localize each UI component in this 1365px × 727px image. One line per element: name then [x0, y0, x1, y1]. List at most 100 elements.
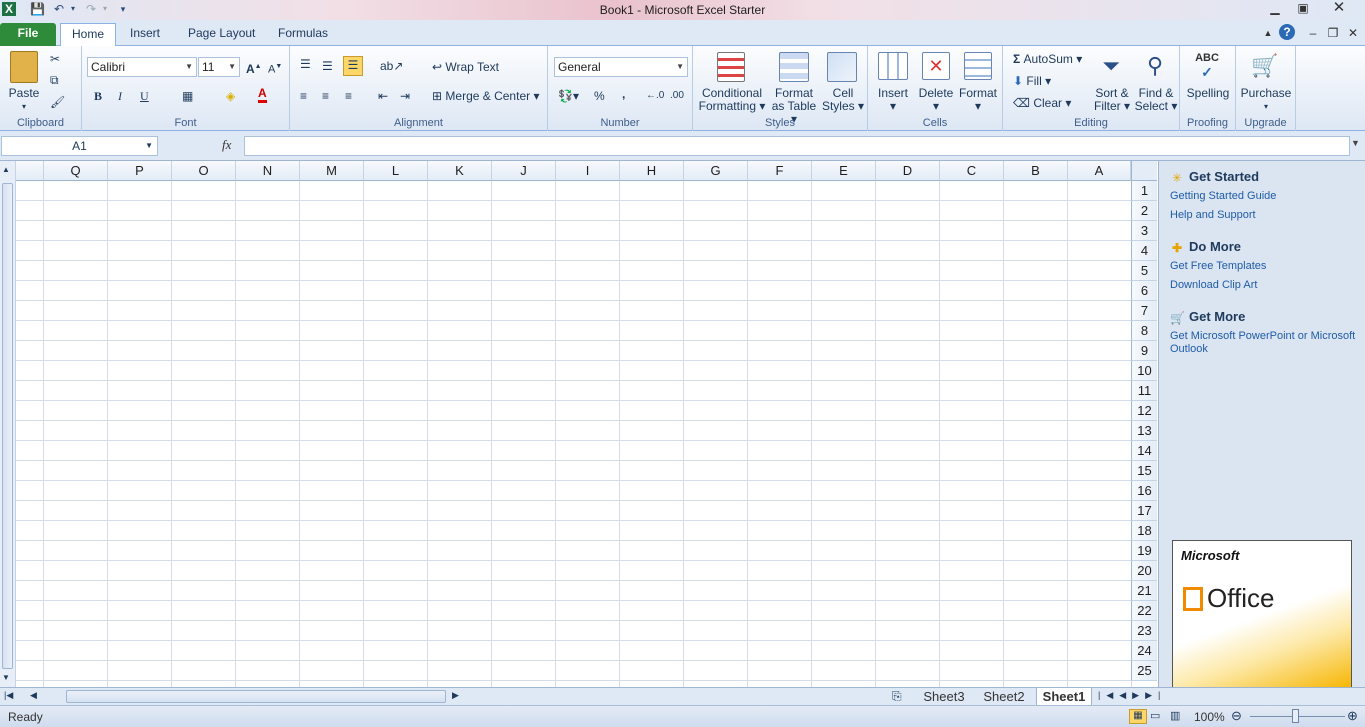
grow-font-icon[interactable]: A▲: [246, 59, 262, 77]
vertical-scrollbar[interactable]: ▲ ▼: [0, 161, 16, 687]
format-painter-icon[interactable]: 🖌: [50, 94, 65, 110]
column-header[interactable]: P: [108, 161, 172, 181]
normal-view-icon[interactable]: ▦: [1129, 709, 1147, 724]
column-header[interactable]: J: [492, 161, 556, 181]
row-header[interactable]: 20: [1131, 561, 1157, 581]
merge-center-button[interactable]: ⊞ Merge & Center ▾: [432, 88, 539, 104]
fill-color-icon[interactable]: ◈: [226, 88, 235, 104]
row-header[interactable]: 4: [1131, 241, 1157, 261]
autosum-button[interactable]: Σ AutoSum ▾: [1013, 51, 1082, 67]
increase-decimal-icon[interactable]: ←.0: [646, 88, 664, 104]
tab-page-layout[interactable]: Page Layout: [178, 23, 265, 46]
number-format-select[interactable]: General ▼: [554, 57, 688, 77]
horizontal-scroll-thumb[interactable]: [66, 690, 446, 703]
insert-cells-icon[interactable]: [878, 52, 908, 80]
sort-filter-button[interactable]: Sort & Filter ▾: [1091, 87, 1133, 113]
scroll-down-icon[interactable]: ▼: [2, 673, 10, 682]
column-header[interactable]: F: [748, 161, 812, 181]
column-header[interactable]: M: [300, 161, 364, 181]
binoculars-icon[interactable]: ⚲: [1141, 52, 1169, 82]
getting-started-link[interactable]: Getting Started Guide: [1170, 190, 1276, 202]
align-center-icon[interactable]: ≡: [322, 88, 329, 104]
free-templates-link[interactable]: Get Free Templates: [1170, 260, 1266, 272]
formula-input[interactable]: [244, 136, 1350, 156]
row-header[interactable]: 1: [1131, 181, 1157, 201]
scroll-thumb[interactable]: [2, 183, 13, 669]
chevron-down-icon[interactable]: ▼: [145, 137, 153, 155]
cell-styles-icon[interactable]: [827, 52, 857, 82]
row-header[interactable]: 12: [1131, 401, 1157, 421]
paste-button[interactable]: Paste: [4, 87, 44, 100]
page-layout-view-icon[interactable]: ▭: [1150, 709, 1160, 722]
align-left-icon[interactable]: ≡: [300, 88, 307, 104]
sheet-tab-sheet1[interactable]: Sheet1: [1036, 688, 1092, 706]
percent-button[interactable]: %: [594, 88, 605, 104]
conditional-formatting-button[interactable]: Conditional Formatting ▾: [697, 87, 767, 113]
column-header[interactable]: L: [364, 161, 428, 181]
column-header[interactable]: Q: [44, 161, 108, 181]
column-header[interactable]: E: [812, 161, 876, 181]
insert-function-button[interactable]: fx: [222, 137, 231, 153]
row-header[interactable]: 5: [1131, 261, 1157, 281]
increase-indent-icon[interactable]: ⇥: [400, 88, 410, 104]
orientation-icon[interactable]: ab↗: [380, 58, 403, 74]
fill-button[interactable]: ⬇ Fill ▾: [1013, 73, 1051, 89]
tab-file[interactable]: File: [0, 23, 56, 46]
wrap-text-button[interactable]: ↩ Wrap Text: [432, 59, 499, 75]
column-header[interactable]: B: [1004, 161, 1068, 181]
scroll-right-icon[interactable]: ▶: [452, 690, 459, 701]
get-powerpoint-link-line2[interactable]: Outlook: [1170, 343, 1208, 355]
row-header[interactable]: 23: [1131, 621, 1157, 641]
close-icon[interactable]: ✕: [1326, 0, 1352, 18]
column-header[interactable]: C: [940, 161, 1004, 181]
row-header[interactable]: 9: [1131, 341, 1157, 361]
delete-cells-button[interactable]: Delete ▾: [914, 87, 958, 113]
font-color-icon[interactable]: A: [258, 86, 267, 103]
clear-button[interactable]: ⌫ Clear ▾: [1013, 95, 1071, 111]
purchase-button[interactable]: Purchase: [1236, 87, 1296, 100]
row-header[interactable]: 25: [1131, 661, 1157, 681]
insert-cells-button[interactable]: Insert ▾: [872, 87, 914, 113]
collapse-ribbon-icon[interactable]: ▲: [1255, 25, 1281, 43]
format-as-table-icon[interactable]: [779, 52, 809, 82]
sheet-tab-sheet3[interactable]: Sheet3: [918, 688, 970, 706]
underline-button[interactable]: U: [140, 88, 149, 104]
tab-home[interactable]: Home: [60, 23, 116, 47]
column-header[interactable]: K: [428, 161, 492, 181]
clip-art-link[interactable]: Download Clip Art: [1170, 279, 1257, 291]
minimize-icon[interactable]: ▁: [1262, 0, 1288, 18]
align-right-icon[interactable]: ≡: [345, 88, 352, 104]
name-box[interactable]: A1 ▼: [1, 136, 158, 156]
row-header[interactable]: 2: [1131, 201, 1157, 221]
row-header[interactable]: 17: [1131, 501, 1157, 521]
row-header[interactable]: 6: [1131, 281, 1157, 301]
decrease-indent-icon[interactable]: ⇤: [378, 88, 388, 104]
scroll-up-icon[interactable]: ▲: [2, 165, 10, 174]
help-icon[interactable]: ?: [1279, 24, 1295, 40]
expand-formula-bar-icon[interactable]: ▼: [1351, 138, 1360, 148]
column-header-partial[interactable]: [16, 161, 44, 181]
column-header[interactable]: H: [620, 161, 684, 181]
copy-icon[interactable]: ⧉: [50, 72, 59, 88]
page-break-view-icon[interactable]: ▥: [1170, 709, 1180, 722]
conditional-formatting-icon[interactable]: [717, 52, 745, 82]
row-header[interactable]: 18: [1131, 521, 1157, 541]
row-header[interactable]: 13: [1131, 421, 1157, 441]
row-header[interactable]: 3: [1131, 221, 1157, 241]
font-size-select[interactable]: 11 ▼: [198, 57, 240, 77]
row-header[interactable]: 11: [1131, 381, 1157, 401]
cut-icon[interactable]: ✂: [50, 51, 60, 67]
doc-close-icon[interactable]: ✕: [1340, 25, 1365, 43]
paste-dropdown-icon[interactable]: ▾: [4, 100, 44, 113]
tab-insert[interactable]: Insert: [120, 23, 170, 46]
zoom-level[interactable]: 100%: [1194, 710, 1225, 724]
accounting-format-icon[interactable]: 💱▾: [558, 88, 579, 104]
borders-icon[interactable]: ▦: [182, 88, 193, 104]
zoom-out-icon[interactable]: ⊖: [1231, 708, 1242, 724]
paste-icon[interactable]: [10, 51, 38, 83]
row-header[interactable]: 14: [1131, 441, 1157, 461]
insert-worksheet-icon[interactable]: ⎘: [892, 689, 902, 704]
column-header[interactable]: I: [556, 161, 620, 181]
sheet-nav-icons[interactable]: |◀◀▶▶|: [1098, 690, 1166, 701]
bold-button[interactable]: B: [94, 88, 102, 104]
